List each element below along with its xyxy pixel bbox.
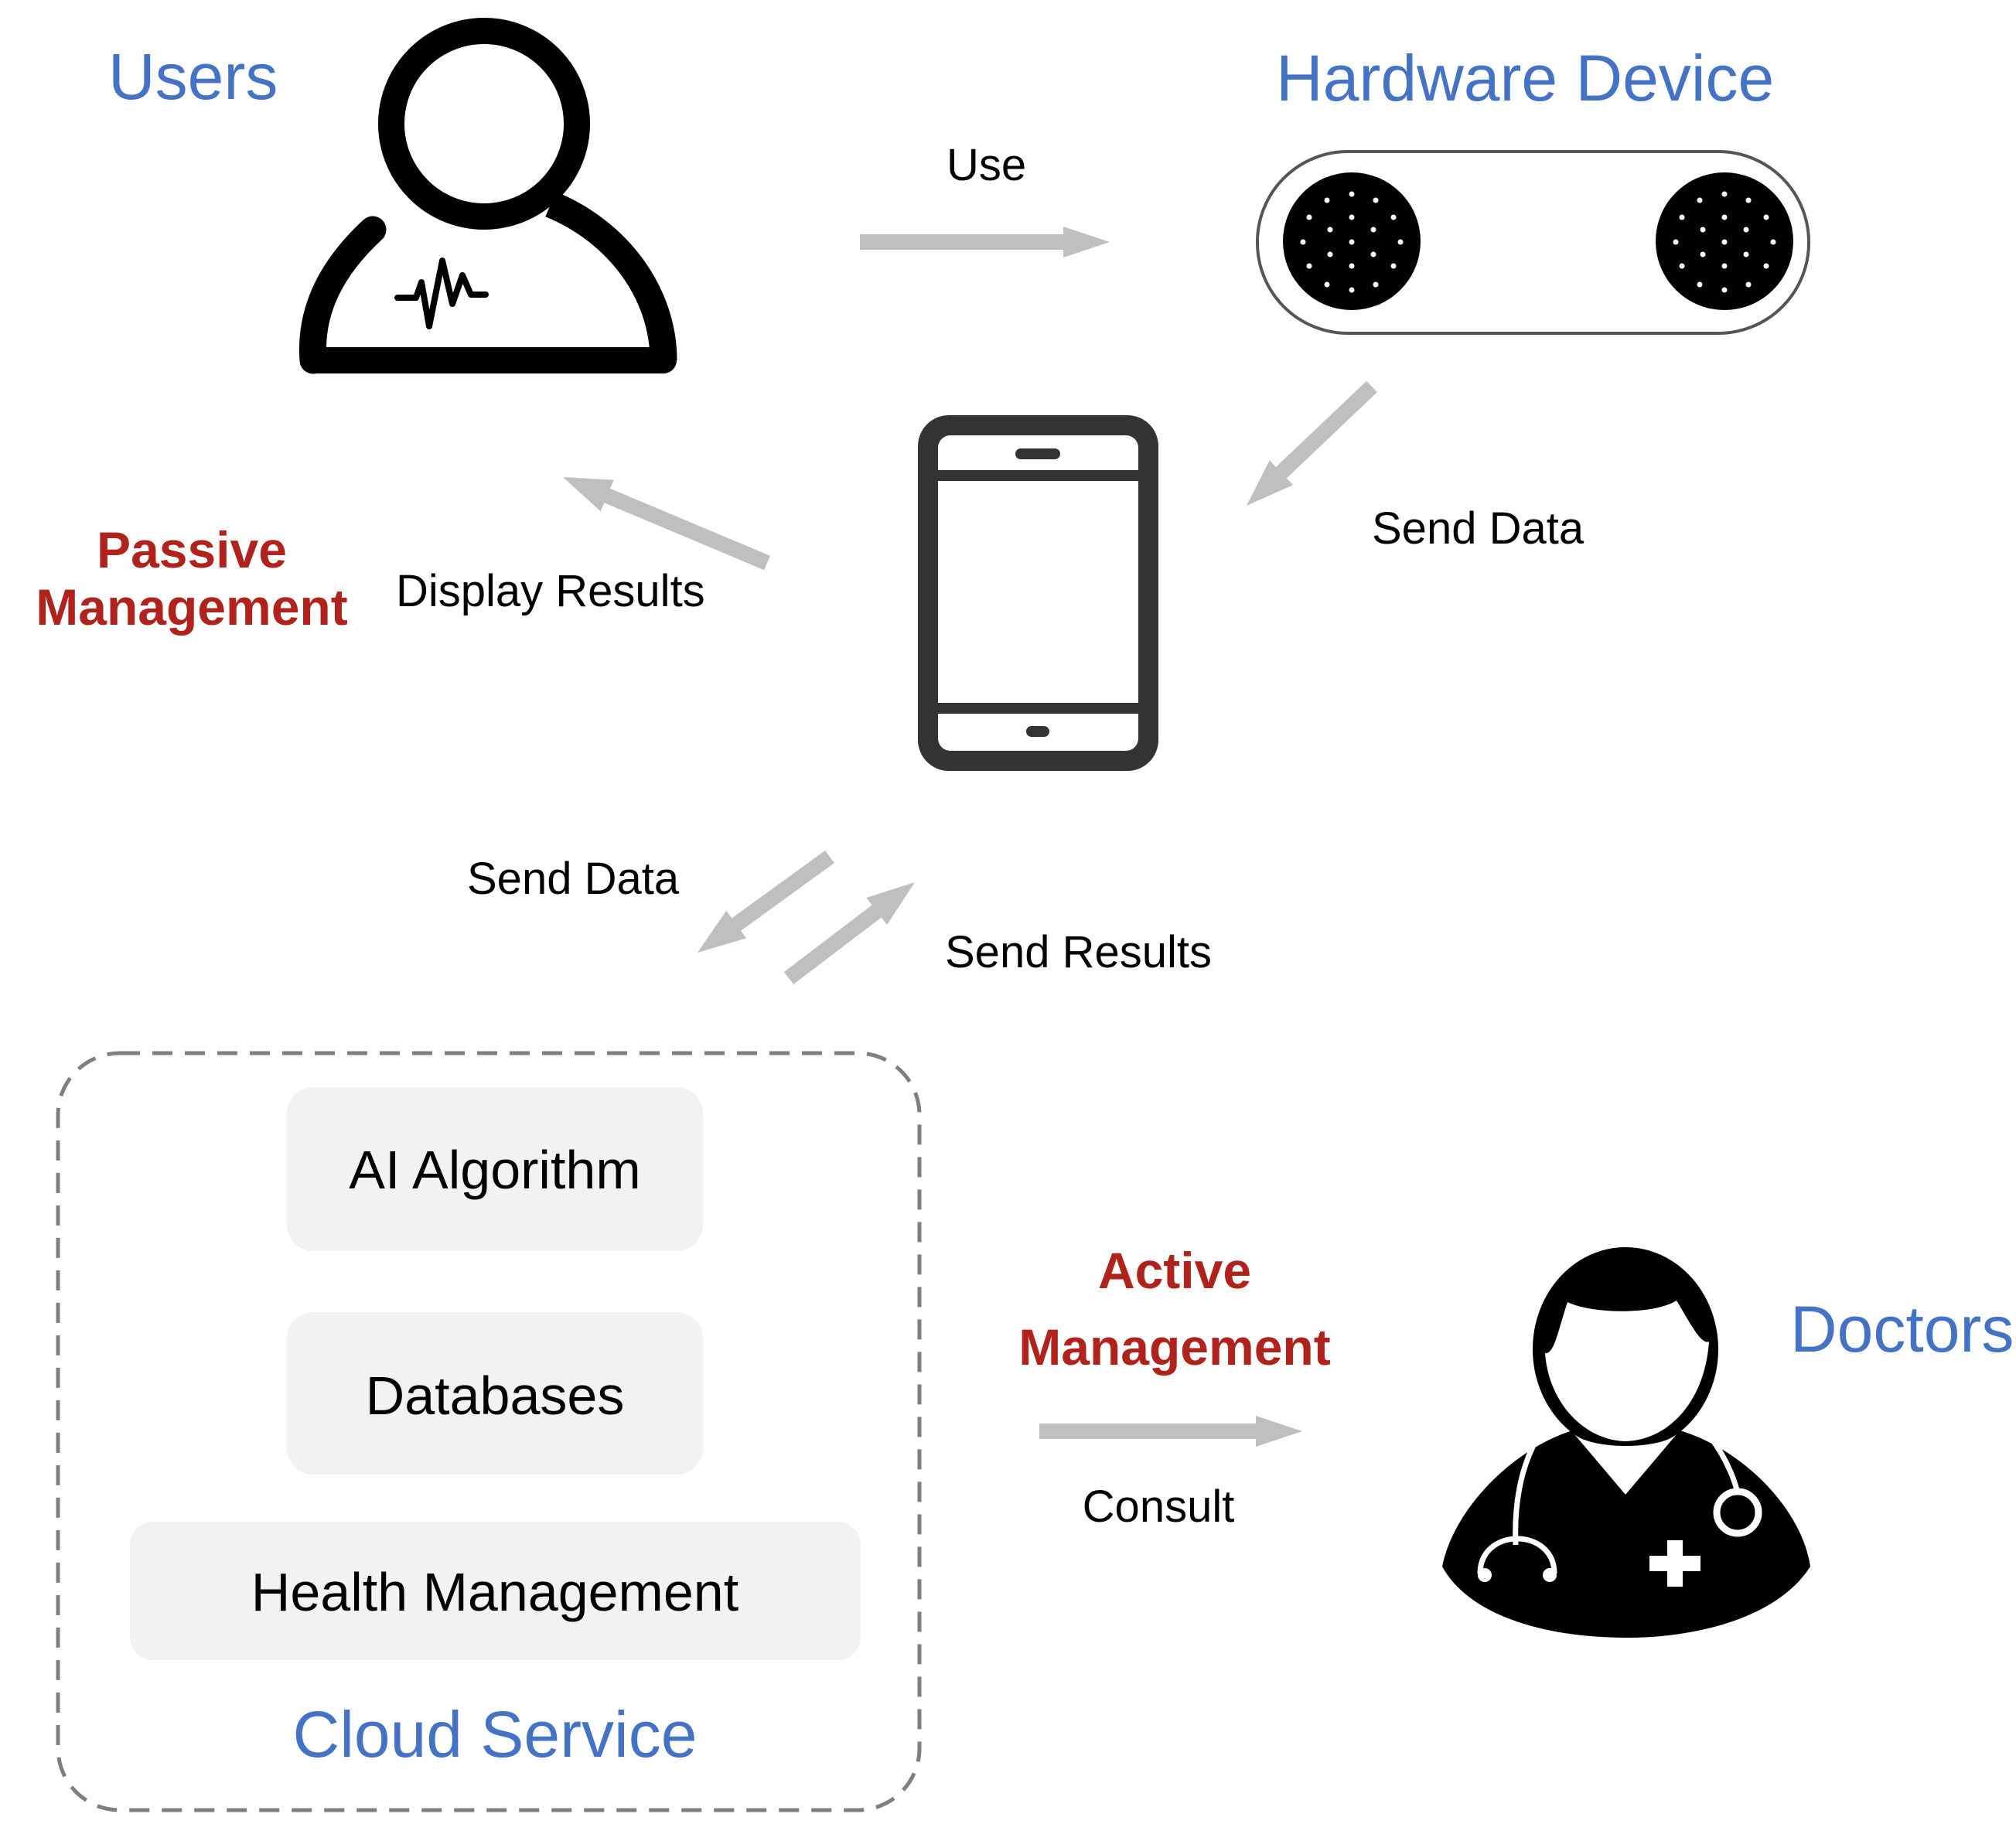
smartphone-icon: [918, 415, 1158, 771]
sensor-dot: [1745, 281, 1752, 288]
sensor-pad-left: [1283, 172, 1421, 310]
cloud-service-group: AI Algorithm Databases Health Management…: [56, 1051, 922, 1812]
display-results-label: Display Results: [396, 566, 705, 616]
module-label: AI Algorithm: [349, 1140, 640, 1200]
users-label: Users: [108, 40, 278, 113]
send-data-cloud-label: Send Data: [467, 854, 680, 904]
sensor-dot: [1700, 227, 1706, 233]
sensor-dot: [1349, 263, 1355, 269]
sensor-dot: [1743, 227, 1749, 233]
sensor-dot: [1721, 263, 1728, 269]
sensor-dot: [1697, 197, 1703, 203]
sensor-dot: [1745, 197, 1752, 203]
sensor-dot: [1700, 251, 1706, 257]
sensor-dot: [1324, 197, 1330, 203]
sensor-dot: [1763, 214, 1769, 220]
module-databases: Databases: [287, 1312, 703, 1475]
sensor-dot: [1349, 191, 1355, 197]
home-button: [1026, 726, 1049, 737]
wearable-device-icon: [1256, 150, 1810, 335]
sensor-dot: [1373, 281, 1379, 288]
module-label: Health Management: [251, 1562, 739, 1622]
consult-arrow: [1039, 1416, 1302, 1447]
arrow-shape: [563, 477, 770, 571]
active-management-line2: Management: [1018, 1318, 1330, 1376]
arrow-shape: [1039, 1416, 1302, 1447]
send-data-device-arrow: [1247, 380, 1377, 506]
health-management-diagram: Users Hardware Device Use Send Data Disp…: [36, 18, 2014, 1812]
sensor-dot: [1306, 214, 1312, 220]
sensor-dot: [1763, 263, 1769, 269]
module-label: Databases: [366, 1366, 625, 1426]
heartbeat-icon: [394, 257, 489, 329]
user-heartbeat-icon: [298, 18, 677, 374]
sensor-dot: [1390, 263, 1397, 269]
module-ai-algorithm: AI Algorithm: [287, 1087, 703, 1251]
sensor-dot: [1306, 263, 1312, 269]
sensor-dot: [1697, 281, 1703, 288]
sensor-dot: [1679, 263, 1685, 269]
sensor-dot: [1349, 239, 1355, 245]
sensor-dot: [1327, 227, 1333, 233]
sensor-dot: [1721, 239, 1728, 245]
sensor-dot: [1349, 214, 1355, 220]
display-results-arrow: [563, 477, 770, 571]
sensor-dot: [1743, 251, 1749, 257]
sensor-dot: [1373, 197, 1379, 203]
active-management-line1: Active: [1098, 1242, 1251, 1299]
module-health-management: Health Management: [130, 1522, 861, 1660]
sensor-dot: [1390, 214, 1397, 220]
arrow-shape: [1247, 380, 1377, 506]
sensor-dot: [1370, 227, 1376, 233]
consult-label: Consult: [1083, 1482, 1235, 1532]
sensor-dot: [1327, 251, 1333, 257]
use-label: Use: [947, 140, 1026, 190]
send-results-arrow: [783, 882, 915, 984]
arrow-shape: [698, 850, 834, 953]
sensor-dot: [1397, 239, 1404, 245]
sensor-dot: [1721, 214, 1728, 220]
sensor-pad-right: [1656, 172, 1793, 310]
sensor-dot: [1721, 287, 1728, 293]
speaker-slot: [1015, 448, 1060, 459]
arrow-shape: [783, 882, 915, 984]
sensor-dot: [1349, 287, 1355, 293]
cloud-service-label: Cloud Service: [293, 1698, 698, 1771]
doctors-label: Doctors: [1790, 1293, 2014, 1366]
sensor-dot: [1324, 281, 1330, 288]
send-data-cloud-arrow: [698, 850, 834, 953]
sensor-dot: [1721, 191, 1728, 197]
use-arrow: [860, 227, 1110, 257]
doctor-stethoscope-icon: [1442, 1247, 1810, 1638]
passive-management-line2: Management: [36, 578, 347, 636]
sensor-dot: [1770, 239, 1776, 245]
hardware-device-label: Hardware Device: [1276, 42, 1774, 114]
sensor-dot: [1300, 239, 1306, 245]
passive-management-line1: Passive: [97, 521, 287, 578]
arrow-shape: [860, 227, 1110, 257]
sensor-dot: [1673, 239, 1679, 245]
sensor-dot: [1679, 214, 1685, 220]
sensor-dot: [1370, 251, 1376, 257]
send-data-device-label: Send Data: [1372, 503, 1584, 554]
send-results-label: Send Results: [945, 927, 1212, 977]
